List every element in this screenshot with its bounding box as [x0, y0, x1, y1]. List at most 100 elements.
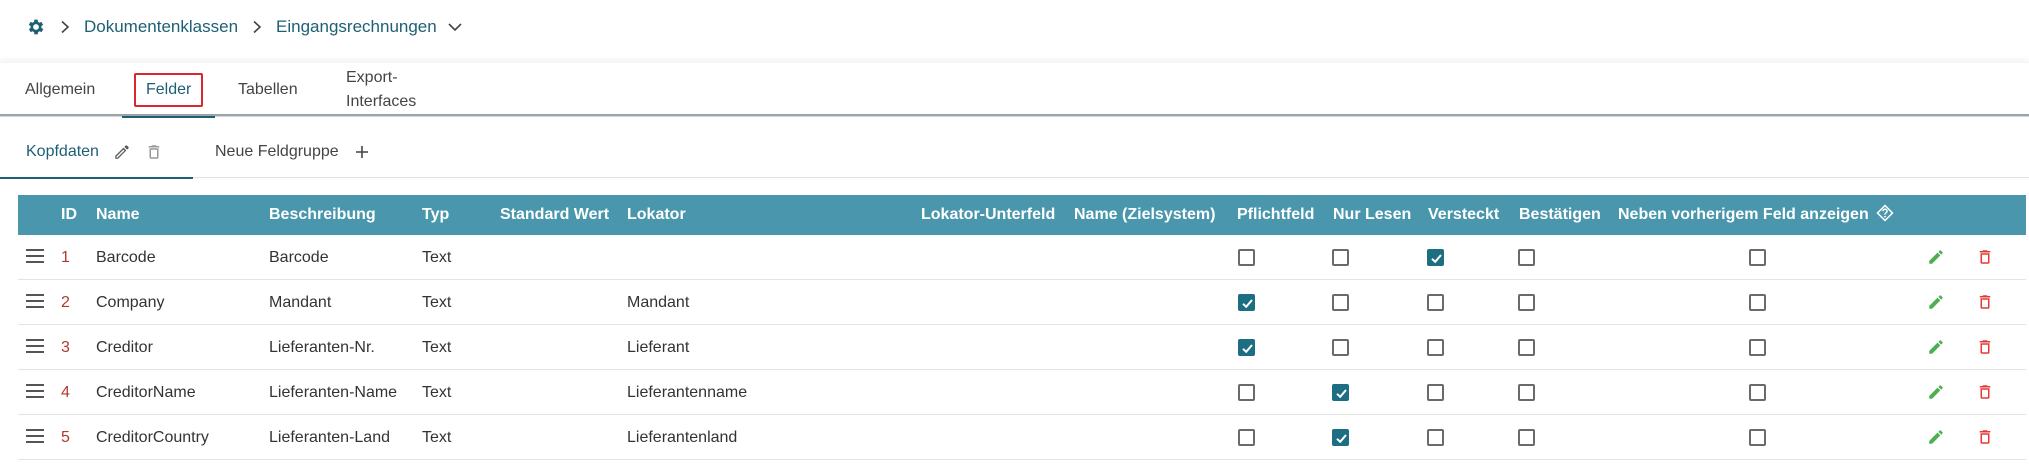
field-group-tabs: Kopfdaten Neue Feldgruppe: [0, 126, 2029, 179]
breadcrumb-item-dokumentenklassen[interactable]: Dokumentenklassen: [84, 17, 238, 37]
bestaetigen-checkbox[interactable]: [1518, 429, 1535, 446]
neben-vorherigem-feld-checkbox[interactable]: [1749, 339, 1766, 356]
pflichtfeld-checkbox[interactable]: [1238, 339, 1255, 356]
bestaetigen-checkbox[interactable]: [1518, 384, 1535, 401]
new-field-group-tab[interactable]: Neue Feldgruppe: [215, 126, 371, 178]
cell-typ: Text: [422, 294, 452, 311]
column-header-id[interactable]: ID: [61, 195, 77, 235]
breadcrumb-item-eingangsrechnungen[interactable]: Eingangsrechnungen: [276, 17, 437, 37]
table-row: 5 CreditorCountry Lieferanten-Land Text Lief…: [18, 415, 2026, 460]
drag-handle-icon[interactable]: [26, 429, 44, 445]
column-header-typ[interactable]: Typ: [422, 195, 449, 235]
cell-typ: Text: [422, 339, 452, 356]
trash-icon[interactable]: [145, 143, 163, 161]
cell-lokator: Lieferantenland: [627, 429, 738, 446]
cell-lokator: Mandant: [627, 294, 690, 311]
drag-handle-icon[interactable]: [26, 339, 44, 355]
bestaetigen-checkbox[interactable]: [1518, 339, 1535, 356]
nur-lesen-checkbox[interactable]: [1332, 339, 1349, 356]
versteckt-checkbox[interactable]: [1427, 339, 1444, 356]
column-header-name-zielsystem[interactable]: Name (Zielsystem): [1074, 195, 1215, 235]
pencil-icon[interactable]: [1927, 248, 1945, 266]
cell-name: Company: [96, 294, 165, 311]
column-header-beschreibung[interactable]: Beschreibung: [269, 195, 376, 235]
gear-icon[interactable]: [26, 17, 46, 37]
chevron-down-icon[interactable]: [447, 19, 463, 35]
cell-id: 4: [61, 384, 70, 401]
cell-lokator: Lieferant: [627, 339, 690, 356]
cell-id: 1: [61, 249, 70, 266]
cell-id: 2: [61, 294, 70, 311]
cell-name: CreditorCountry: [96, 429, 209, 446]
pencil-icon[interactable]: [1927, 338, 1945, 356]
versteckt-checkbox[interactable]: [1427, 429, 1444, 446]
cell-lokator: Lieferantenname: [627, 384, 748, 401]
breadcrumb: Dokumentenklassen Eingangsrechnungen: [26, 14, 463, 40]
column-header-lokator-unterfeld[interactable]: Lokator-Unterfeld: [921, 195, 1055, 235]
pflichtfeld-checkbox[interactable]: [1238, 249, 1255, 266]
cell-typ: Text: [422, 249, 452, 266]
trash-icon[interactable]: [1976, 428, 1994, 446]
fields-table: ID Name Beschreibung Typ Standard Wert L…: [18, 195, 2026, 460]
trash-icon[interactable]: [1976, 293, 1994, 311]
bestaetigen-checkbox[interactable]: [1518, 294, 1535, 311]
chevron-right-icon: [250, 20, 264, 34]
pencil-icon[interactable]: [1927, 383, 1945, 401]
cell-id: 3: [61, 339, 70, 356]
neben-vorherigem-feld-checkbox[interactable]: [1749, 429, 1766, 446]
column-header-bestaetigen[interactable]: Bestätigen: [1519, 195, 1601, 235]
pencil-icon[interactable]: [1927, 428, 1945, 446]
drag-handle-icon[interactable]: [26, 249, 44, 265]
trash-icon[interactable]: [1976, 338, 1994, 356]
cell-beschreibung: Mandant: [269, 294, 332, 311]
tab-export-interfaces[interactable]: Export-Interfaces: [339, 63, 423, 117]
bestaetigen-checkbox[interactable]: [1518, 249, 1535, 266]
neben-vorherigem-feld-checkbox[interactable]: [1749, 294, 1766, 311]
table-row: 2 Company Mandant Text Mandant: [18, 280, 2026, 325]
tab-allgemein[interactable]: Allgemein: [18, 63, 102, 117]
cell-name: CreditorName: [96, 384, 196, 401]
column-header-nur-lesen[interactable]: Nur Lesen: [1333, 195, 1411, 235]
column-header-name[interactable]: Name: [96, 195, 140, 235]
pencil-icon[interactable]: [1927, 293, 1945, 311]
pflichtfeld-checkbox[interactable]: [1238, 384, 1255, 401]
table-body: 1 Barcode Barcode Text 2 Company Mandant Text Ma…: [18, 235, 2026, 460]
drag-handle-icon[interactable]: [26, 384, 44, 400]
neben-vorherigem-feld-checkbox[interactable]: [1749, 384, 1766, 401]
trash-icon[interactable]: [1976, 383, 1994, 401]
question-diamond-icon[interactable]: [1876, 198, 1894, 238]
column-header-lokator[interactable]: Lokator: [627, 195, 686, 235]
column-header-neben-vorherigem-feld[interactable]: Neben vorherigem Feld anzeigen: [1618, 195, 1894, 235]
cell-id: 5: [61, 429, 70, 446]
cell-beschreibung: Barcode: [269, 249, 329, 266]
nur-lesen-checkbox[interactable]: [1332, 429, 1349, 446]
pencil-icon[interactable]: [113, 143, 131, 161]
column-header-standard-wert[interactable]: Standard Wert: [500, 195, 609, 235]
cell-name: Barcode: [96, 249, 156, 266]
cell-name: Creditor: [96, 339, 153, 356]
tab-tabellen[interactable]: Tabellen: [231, 63, 305, 117]
cell-typ: Text: [422, 384, 452, 401]
nur-lesen-checkbox[interactable]: [1332, 249, 1349, 266]
chevron-right-icon: [58, 20, 72, 34]
versteckt-checkbox[interactable]: [1427, 294, 1444, 311]
cell-beschreibung: Lieferanten-Land: [269, 429, 390, 446]
table-row: 1 Barcode Barcode Text: [18, 235, 2026, 280]
drag-handle-icon[interactable]: [26, 294, 44, 310]
table-row: 3 Creditor Lieferanten-Nr. Text Lieferant: [18, 325, 2026, 370]
pflichtfeld-checkbox[interactable]: [1238, 294, 1255, 311]
field-group-tab-kopfdaten[interactable]: Kopfdaten: [0, 126, 193, 179]
cell-beschreibung: Lieferanten-Name: [269, 384, 398, 401]
nur-lesen-checkbox[interactable]: [1332, 384, 1349, 401]
nur-lesen-checkbox[interactable]: [1332, 294, 1349, 311]
plus-icon[interactable]: [353, 143, 371, 161]
column-header-versteckt[interactable]: Versteckt: [1428, 195, 1499, 235]
pflichtfeld-checkbox[interactable]: [1238, 429, 1255, 446]
neben-vorherigem-feld-checkbox[interactable]: [1749, 249, 1766, 266]
column-header-pflichtfeld[interactable]: Pflichtfeld: [1237, 195, 1314, 235]
versteckt-checkbox[interactable]: [1427, 249, 1444, 266]
tab-felder[interactable]: Felder: [121, 63, 216, 118]
trash-icon[interactable]: [1976, 248, 1994, 266]
table-header: ID Name Beschreibung Typ Standard Wert L…: [18, 195, 2026, 235]
versteckt-checkbox[interactable]: [1427, 384, 1444, 401]
